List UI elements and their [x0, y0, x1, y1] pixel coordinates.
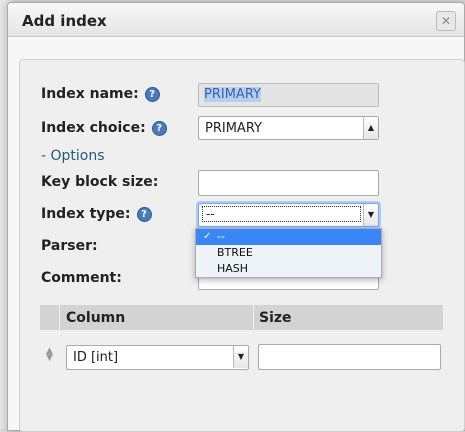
index-name-field[interactable]: PRIMARY — [198, 83, 379, 107]
add-index-dialog: Add index ✕ Index name:? PRIMARY Index c… — [7, 2, 465, 432]
dialog-titlebar[interactable]: Add index ✕ — [8, 3, 464, 37]
key-block-size-input[interactable] — [198, 170, 379, 196]
dropdown-option[interactable]: BTREE — [196, 245, 381, 261]
index-type-label: Index type:? — [41, 206, 152, 222]
chevron-down-icon: ▼ — [233, 346, 248, 368]
index-name-label-text: Index name: — [41, 86, 139, 102]
dialog-title: Add index — [22, 12, 107, 30]
dropdown-option-label: HASH — [217, 262, 249, 275]
index-type-value: -- — [202, 206, 361, 222]
dropdown-option[interactable]: ✓ -- — [196, 229, 381, 245]
options-toggle-link[interactable]: - Options — [41, 148, 105, 164]
close-icon[interactable]: ✕ — [436, 11, 456, 31]
chevron-down-icon: ▲ — [363, 117, 378, 139]
index-name-label: Index name:? — [41, 86, 160, 102]
checkmark-icon: ✓ — [203, 231, 212, 242]
column-select[interactable]: ID [int] ▼ — [66, 345, 249, 370]
help-icon[interactable]: ? — [151, 121, 167, 136]
chevron-down-icon: ▼ — [363, 204, 378, 226]
size-input[interactable] — [258, 344, 441, 370]
help-icon[interactable]: ? — [144, 87, 160, 102]
index-choice-select[interactable]: PRIMARY ▲ — [198, 116, 379, 140]
index-type-label-text: Index type: — [41, 206, 131, 222]
index-choice-label-text: Index choice: — [41, 120, 146, 136]
index-name-value: PRIMARY — [204, 87, 261, 102]
dropdown-option[interactable]: HASH — [196, 261, 381, 277]
dropdown-option-label: BTREE — [217, 246, 253, 259]
size-header: Size — [259, 310, 292, 326]
parser-label: Parser: — [41, 238, 98, 254]
drag-handle-icon[interactable]: ▲ ▼ — [46, 347, 53, 363]
column-value: ID [int] — [73, 350, 119, 365]
comment-label: Comment: — [41, 270, 122, 286]
index-type-dropdown: ✓ -- BTREE HASH — [195, 228, 382, 278]
header-divider — [253, 305, 254, 330]
dropdown-option-label: -- — [217, 230, 225, 243]
help-icon[interactable]: ? — [136, 207, 152, 222]
column-header: Column — [66, 310, 126, 326]
header-divider — [59, 305, 60, 330]
key-block-size-label: Key block size: — [41, 174, 159, 190]
columns-table-header: Column Size — [40, 305, 443, 330]
index-choice-label: Index choice:? — [41, 120, 167, 136]
index-type-select[interactable]: -- ▼ — [198, 203, 379, 227]
index-choice-value: PRIMARY — [205, 121, 262, 136]
